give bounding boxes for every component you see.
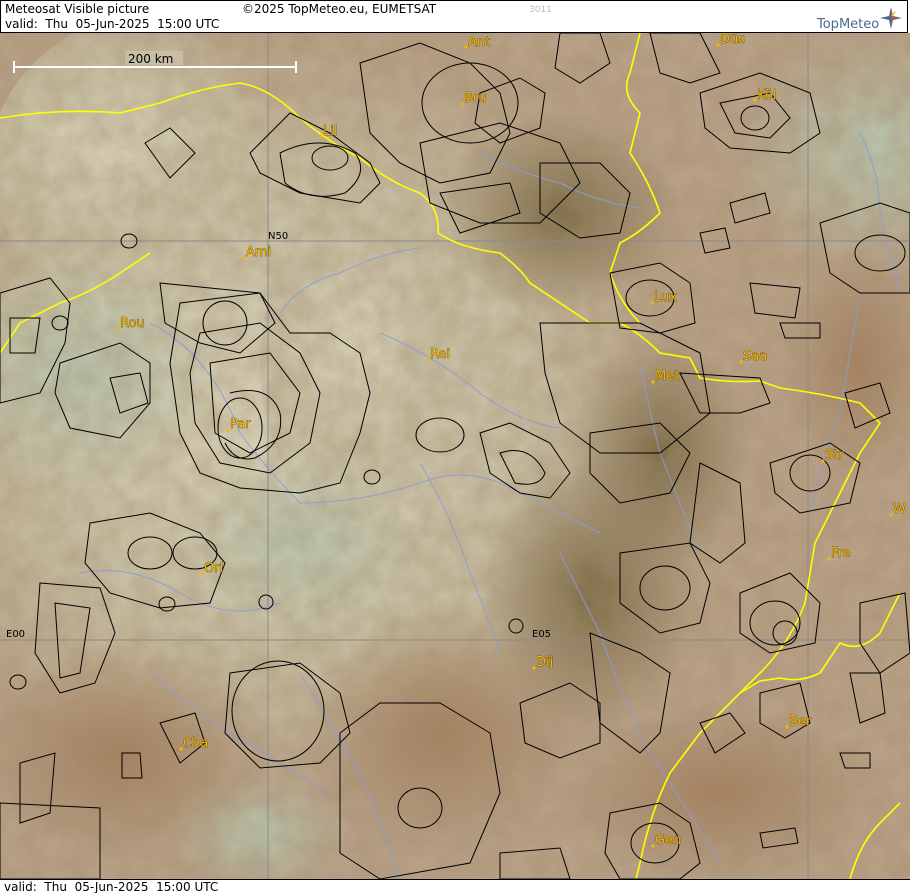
city-label-dus: Düs — [720, 33, 745, 47]
map-canvas: N50 E00 E05 200 km Ant Düs Bru Köl Lil A… — [0, 33, 910, 879]
valid-time: valid: Thu 05-Jun-2025 15:00 UTC — [5, 17, 220, 31]
footer-bar: valid: Thu 05-Jun-2025 15:00 UTC — [0, 879, 910, 893]
city-amiens[interactable]: Ami — [242, 245, 271, 260]
grid-label-e05: E05 — [532, 629, 551, 640]
city-label-gen: Gen — [655, 833, 681, 848]
city-label-fre: Fre — [831, 546, 851, 561]
city-label-ami: Ami — [246, 245, 271, 260]
satellite-imagery — [0, 33, 910, 879]
city-label-lux: Lux — [654, 290, 677, 305]
city-geneva[interactable]: Gen — [651, 833, 682, 848]
city-label-kol: Köl — [757, 88, 776, 103]
city-label-ber: Ber — [789, 714, 812, 729]
satellite-map[interactable]: N50 E00 E05 200 km Ant Düs Bru Köl Lil A… — [0, 33, 910, 879]
product-title: Meteosat Visible picture — [5, 2, 150, 16]
city-label-bru: Bru — [464, 91, 487, 106]
city-bern[interactable]: Ber — [785, 714, 812, 729]
city-freiburg[interactable]: Fre — [827, 546, 851, 561]
city-metz[interactable]: Met — [651, 369, 680, 384]
city-reims[interactable]: Rei — [426, 347, 450, 362]
city-label-dij: Dij — [536, 655, 553, 670]
city-dijon[interactable]: Dij — [532, 655, 554, 670]
copyright-text: ©2025 TopMeteo.eu, EUMETSAT — [242, 2, 437, 16]
footer-valid-time: valid: Thu 05-Jun-2025 15:00 UTC — [4, 880, 219, 893]
city-label-par: Par — [230, 417, 251, 432]
city-orleans[interactable]: Orl — [200, 561, 224, 576]
city-paris[interactable]: Par — [226, 417, 252, 432]
grid-label-n50: N50 — [268, 231, 288, 242]
topmeteo-logo[interactable]: TopMeteo — [817, 7, 907, 32]
city-label-met: Met — [655, 369, 679, 384]
city-antwerp[interactable]: Ant — [464, 35, 491, 50]
weather-map-viewer: Meteosat Visible picture valid: Thu 05-J… — [0, 0, 910, 893]
city-brussels[interactable]: Bru — [460, 91, 487, 106]
city-label-w: W — [893, 502, 906, 517]
city-luxembourg[interactable]: Lux — [650, 290, 678, 305]
city-label-str: Str — [825, 448, 844, 463]
city-label-saa: Saa — [743, 349, 767, 364]
city-label-rou: Rou — [120, 316, 145, 331]
city-label-rei: Rei — [430, 347, 450, 362]
city-label-ant: Ant — [468, 35, 490, 50]
city-saarbrucken[interactable]: Saa — [739, 349, 767, 364]
city-label-cha: Cha — [183, 736, 208, 751]
city-rouen[interactable]: Rou — [116, 316, 145, 331]
header-bar: Meteosat Visible picture valid: Thu 05-J… — [0, 0, 908, 33]
city-label-lil: Lil — [323, 124, 337, 139]
city-chateauroux[interactable]: Cha — [179, 736, 209, 751]
scale-bar-label: 200 km — [128, 52, 173, 66]
city-koln[interactable]: Köl — [753, 88, 777, 103]
city-dusseldorf[interactable]: Düs — [716, 33, 746, 47]
compass-star-icon — [880, 7, 902, 29]
logo-text: TopMeteo — [817, 17, 880, 32]
city-strasbourg[interactable]: Str — [821, 448, 845, 463]
grid-label-e00: E00 — [6, 629, 25, 640]
city-label-orl: Orl — [204, 561, 223, 576]
image-code: 3011 — [529, 5, 552, 15]
city-lille[interactable]: Lil — [319, 124, 338, 139]
